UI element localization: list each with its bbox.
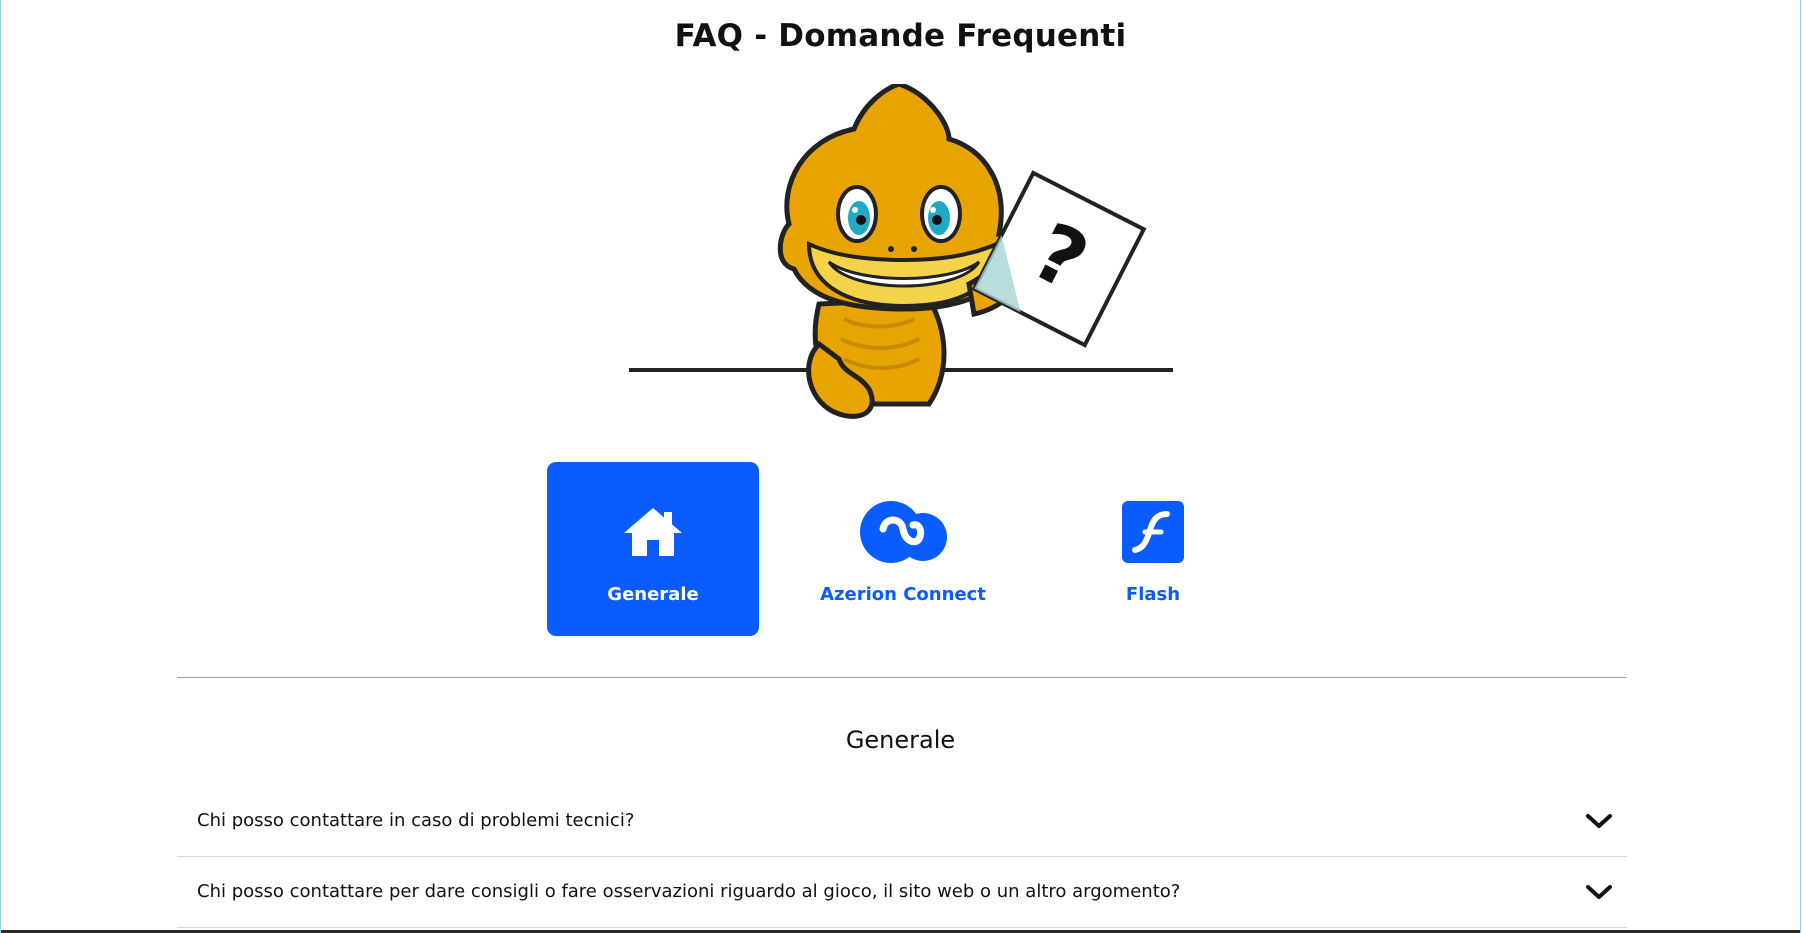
flash-logo-icon xyxy=(1107,498,1199,566)
faq-categories: Generale Azerion Connect Flash xyxy=(547,462,1259,636)
category-label: Flash xyxy=(1125,584,1181,605)
faq-list: Chi posso contattare in caso di problemi… xyxy=(177,786,1627,928)
category-label: Azerion Connect xyxy=(820,584,986,605)
page-title: FAQ - Domande Frequenti xyxy=(674,18,1127,54)
category-generale[interactable]: Generale xyxy=(547,462,759,636)
category-label: Generale xyxy=(607,584,699,605)
page: FAQ - Domande Frequenti ? Generale Azeri… xyxy=(0,0,1801,933)
faq-item[interactable]: Chi posso contattare in caso di problemi… xyxy=(177,786,1627,857)
home-icon xyxy=(607,498,699,566)
faq-question: Chi posso contattare in caso di problemi… xyxy=(197,810,635,831)
section-title: Generale xyxy=(845,726,956,754)
chevron-down-icon[interactable] xyxy=(1585,812,1613,830)
category-flash[interactable]: Flash xyxy=(1047,462,1259,636)
category-azerion-connect[interactable]: Azerion Connect xyxy=(797,462,1009,636)
chevron-down-icon[interactable] xyxy=(1585,883,1613,901)
faq-question: Chi posso contattare per dare consigli o… xyxy=(197,881,1181,902)
dragon-mascot-question-icon: ? xyxy=(629,84,1173,419)
faq-item[interactable]: Chi posso contattare per dare consigli o… xyxy=(177,857,1627,928)
section-divider xyxy=(177,677,1627,678)
azerion-connect-logo-icon xyxy=(857,498,949,566)
